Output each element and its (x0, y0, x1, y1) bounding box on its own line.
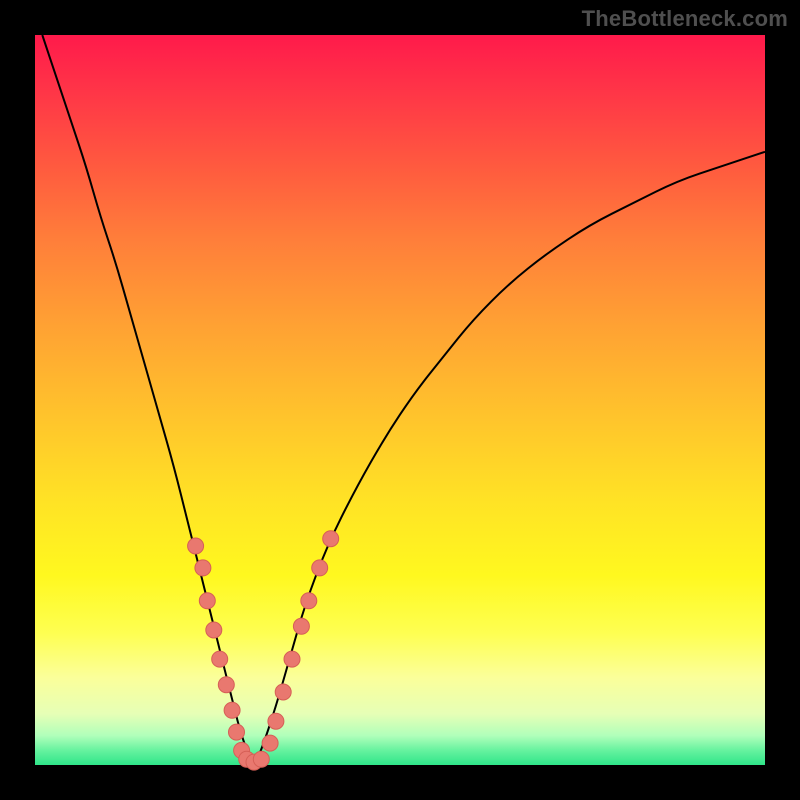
markers-group (188, 531, 339, 770)
chart-svg (35, 35, 765, 765)
data-marker (323, 531, 339, 547)
data-marker (229, 724, 245, 740)
data-marker (199, 593, 215, 609)
data-marker (262, 735, 278, 751)
data-marker (275, 684, 291, 700)
data-marker (312, 560, 328, 576)
bottleneck-curve-path (42, 35, 765, 761)
data-marker (218, 677, 234, 693)
data-marker (284, 651, 300, 667)
plot-area (35, 35, 765, 765)
data-marker (301, 593, 317, 609)
watermark-label: TheBottleneck.com (582, 6, 788, 32)
data-marker (268, 713, 284, 729)
data-marker (212, 651, 228, 667)
data-marker (195, 560, 211, 576)
data-marker (206, 622, 222, 638)
data-marker (224, 702, 240, 718)
data-marker (253, 751, 269, 767)
data-marker (293, 618, 309, 634)
data-marker (188, 538, 204, 554)
chart-frame: TheBottleneck.com (0, 0, 800, 800)
